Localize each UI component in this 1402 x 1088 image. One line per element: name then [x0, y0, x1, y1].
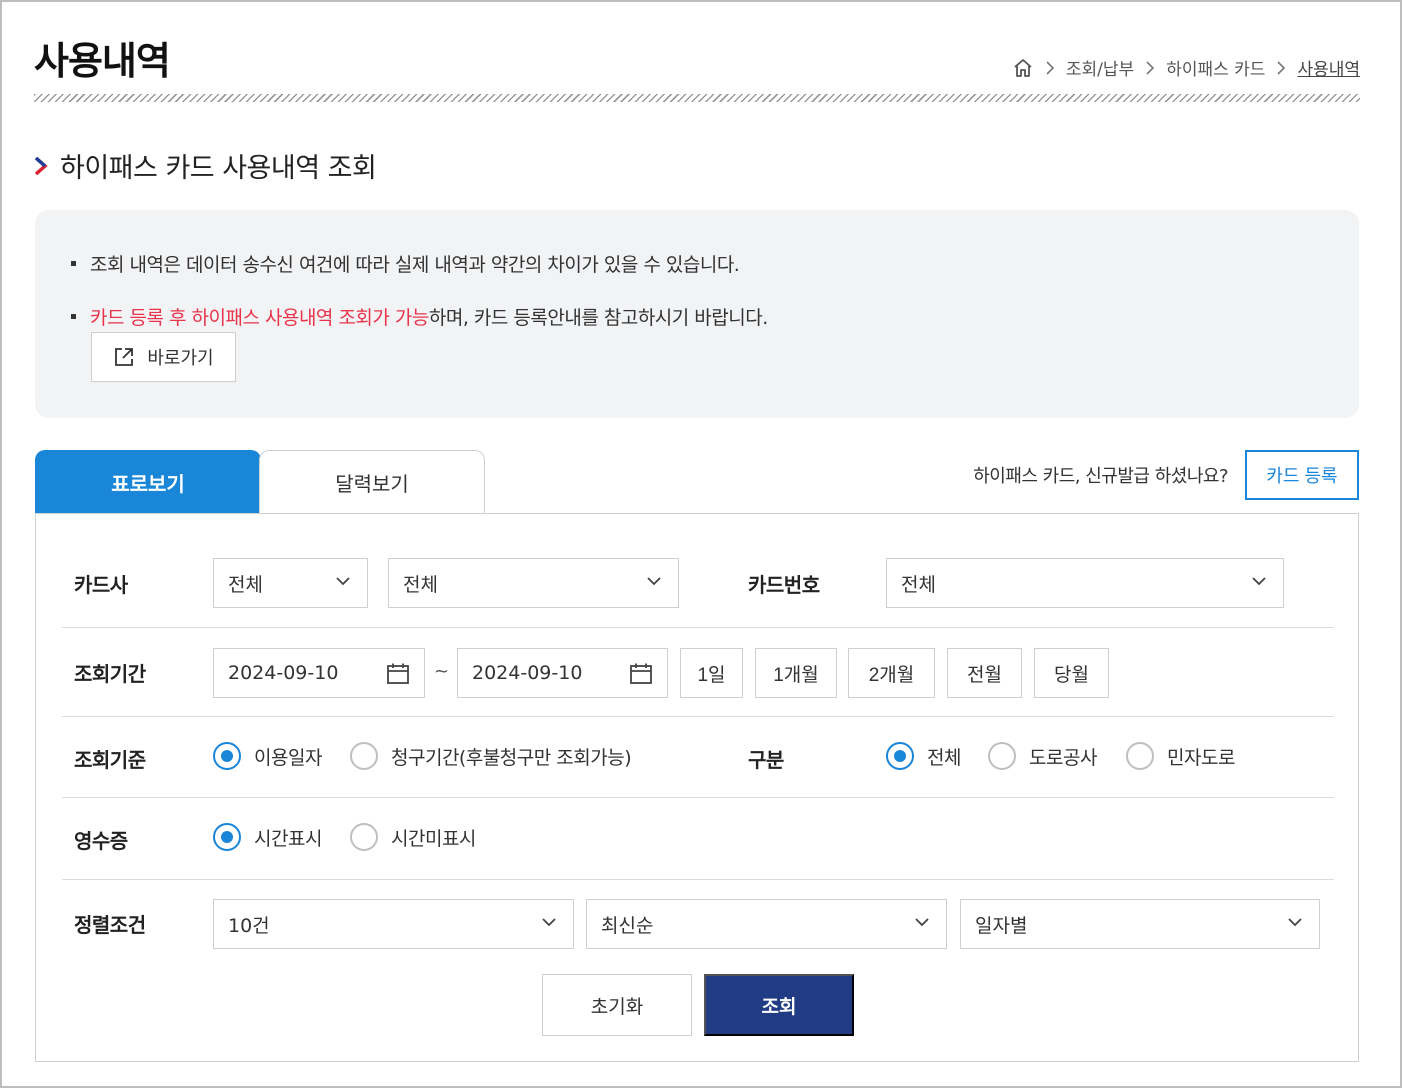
row-divider: [62, 627, 1334, 628]
sort-order-select[interactable]: 최신순: [586, 899, 947, 949]
card-type-select[interactable]: 전체: [388, 558, 679, 608]
home-icon[interactable]: [1012, 58, 1034, 78]
radio-circle[interactable]: [1126, 742, 1154, 770]
card-number-label: 카드번호: [748, 573, 820, 597]
card-type-select-value: 전체: [403, 573, 438, 596]
section-title-text: 하이패스 카드 사용내역 조회: [60, 153, 377, 184]
external-link-icon: [113, 346, 135, 368]
radio-show-time-label: 시간표시: [254, 827, 322, 850]
breadcrumb-item-hipass-card[interactable]: 하이패스 카드: [1166, 55, 1265, 80]
radio-circle[interactable]: [988, 742, 1016, 770]
reset-button[interactable]: 초기화: [542, 974, 692, 1036]
radio-circle-checked[interactable]: [213, 742, 241, 770]
card-company-select-value: 전체: [228, 573, 263, 596]
card-company-select[interactable]: 전체: [213, 558, 368, 608]
tab-table-view[interactable]: 표로보기: [35, 450, 261, 514]
chevron-right-icon: [1276, 60, 1286, 75]
chevron-down-icon: [1251, 576, 1267, 586]
quick-period-last-month[interactable]: 전월: [947, 648, 1022, 698]
notice-text-2: 하며, 카드 등록안내를 참고하시기 바랍니다.: [428, 307, 768, 329]
notice-line-1: 조회 내역은 데이터 송수신 여건에 따라 실제 내역과 약간의 차이가 있을 …: [71, 250, 740, 277]
radio-billing-period[interactable]: 청구기간(후불청구만 조회가능): [350, 742, 632, 770]
radio-usage-date-label: 이용일자: [254, 746, 322, 769]
row-divider: [62, 879, 1334, 880]
quick-period-1month[interactable]: 1개월: [755, 648, 837, 698]
chevron-down-icon: [646, 576, 662, 586]
division-label: 구분: [748, 748, 784, 772]
search-button[interactable]: 조회: [704, 974, 854, 1036]
sort-order-value: 최신순: [601, 914, 654, 937]
chevron-right-icon: [1045, 60, 1055, 75]
card-company-label: 카드사: [74, 573, 128, 597]
chevron-down-icon: [1287, 917, 1303, 927]
chevron-down-icon: [541, 917, 557, 927]
radio-circle-checked[interactable]: [886, 742, 914, 770]
calendar-icon[interactable]: [386, 662, 410, 686]
quick-period-2month[interactable]: 2개월: [848, 648, 935, 698]
chevron-right-icon: [34, 156, 48, 176]
notice-highlight: 카드 등록 후 하이패스 사용내역 조회가 가능: [90, 307, 429, 329]
sort-group-select[interactable]: 일자별: [960, 899, 1320, 949]
row-divider: [62, 716, 1334, 717]
radio-hide-time[interactable]: 시간미표시: [350, 823, 476, 851]
tab-calendar-view[interactable]: 달력보기: [259, 450, 485, 514]
criteria-label: 조회기준: [74, 748, 146, 772]
sort-count-select[interactable]: 10건: [213, 899, 574, 949]
row-divider: [62, 797, 1334, 798]
receipt-label: 영수증: [74, 829, 128, 853]
radio-hide-time-label: 시간미표시: [391, 827, 476, 850]
goto-button-label: 바로가기: [147, 348, 214, 368]
card-number-select-value: 전체: [901, 573, 936, 596]
goto-button[interactable]: 바로가기: [91, 332, 236, 382]
chevron-right-icon: [1145, 60, 1155, 75]
sort-group-value: 일자별: [975, 914, 1028, 937]
quick-period-this-month[interactable]: 당월: [1034, 648, 1109, 698]
radio-billing-period-label: 청구기간(후불청구만 조회가능): [391, 746, 632, 769]
calendar-icon[interactable]: [629, 662, 653, 686]
bullet-icon: [71, 261, 76, 266]
section-title: 하이패스 카드 사용내역 조회: [34, 146, 377, 185]
card-register-button[interactable]: 카드 등록: [1245, 450, 1359, 500]
sort-count-value: 10건: [228, 914, 270, 937]
bullet-icon: [71, 314, 76, 319]
start-date-value: 2024-09-10: [228, 662, 339, 684]
notice-text-1: 조회 내역은 데이터 송수신 여건에 따라 실제 내역과 약간의 차이가 있을 …: [90, 254, 740, 276]
chevron-down-icon: [335, 576, 351, 586]
notice-line-2: 카드 등록 후 하이패스 사용내역 조회가 가능 하며, 카드 등록안내를 참고…: [71, 303, 768, 330]
radio-division-expressway[interactable]: 도로공사: [988, 742, 1097, 770]
radio-division-all-label: 전체: [927, 746, 961, 769]
start-date-field[interactable]: 2024-09-10: [213, 648, 425, 698]
radio-circle-checked[interactable]: [213, 823, 241, 851]
page-title: 사용내역: [34, 39, 171, 83]
search-panel: 카드사 전체 전체 카드번호 전체 조회기간 2024-09-10 ~ 2024…: [35, 513, 1359, 1062]
end-date-value: 2024-09-10: [472, 662, 583, 684]
chevron-down-icon: [914, 917, 930, 927]
end-date-field[interactable]: 2024-09-10: [457, 648, 668, 698]
notice-box: 조회 내역은 데이터 송수신 여건에 따라 실제 내역과 약간의 차이가 있을 …: [35, 210, 1359, 418]
breadcrumb: 조회/납부 하이패스 카드 사용내역: [1012, 55, 1360, 80]
radio-usage-date[interactable]: 이용일자: [213, 742, 322, 770]
breadcrumb-item-current[interactable]: 사용내역: [1297, 55, 1360, 80]
quick-period-1day[interactable]: 1일: [680, 648, 743, 698]
registration-question: 하이패스 카드, 신규발급 하셨나요?: [973, 466, 1228, 487]
date-range-separator: ~: [434, 661, 450, 682]
card-number-select[interactable]: 전체: [886, 558, 1284, 608]
radio-division-private-road-label: 민자도로: [1167, 746, 1235, 769]
sort-label: 정렬조건: [74, 913, 146, 937]
radio-show-time[interactable]: 시간표시: [213, 823, 322, 851]
breadcrumb-item-inquiry[interactable]: 조회/납부: [1066, 55, 1134, 80]
radio-division-expressway-label: 도로공사: [1029, 746, 1097, 769]
radio-circle[interactable]: [350, 823, 378, 851]
period-label: 조회기간: [74, 662, 146, 686]
header-divider: [34, 94, 1360, 102]
radio-circle[interactable]: [350, 742, 378, 770]
radio-division-all[interactable]: 전체: [886, 742, 961, 770]
radio-division-private-road[interactable]: 민자도로: [1126, 742, 1235, 770]
